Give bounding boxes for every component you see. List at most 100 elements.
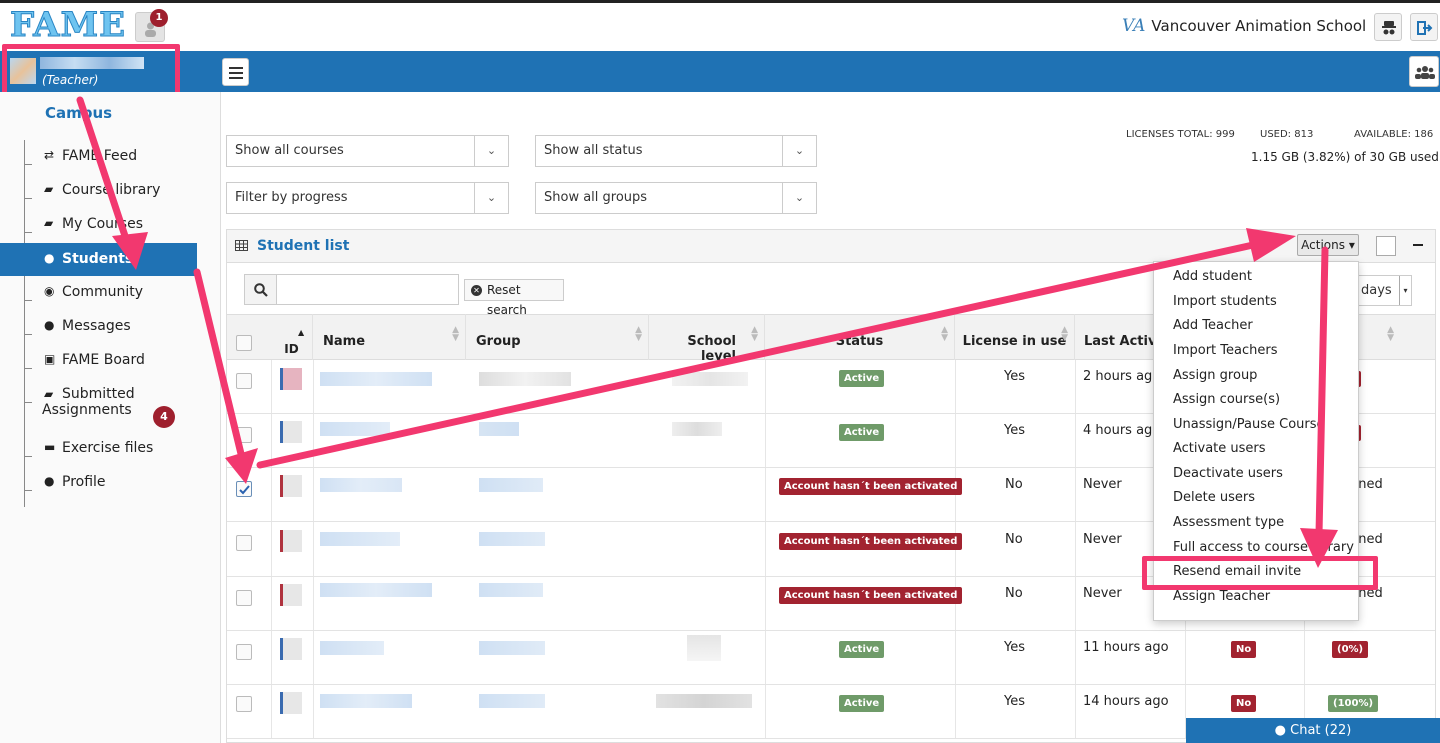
logout-icon xyxy=(1417,21,1433,35)
sort-icon: ▲ ▼ xyxy=(635,325,642,343)
column-header-status[interactable]: Status ▲ ▼ xyxy=(765,314,955,360)
menu-item-deactivate-users[interactable]: Deactivate users xyxy=(1173,466,1283,481)
column-header-id[interactable]: ▲ ID xyxy=(271,314,313,360)
student-name-blurred[interactable] xyxy=(320,694,412,708)
status-badge: Active xyxy=(839,370,885,387)
cell-separator xyxy=(955,631,956,684)
menu-item-assessment-type[interactable]: Assessment type xyxy=(1173,515,1284,530)
menu-item-full-access-course-library[interactable]: Full access to course library xyxy=(1173,540,1354,555)
group-blurred xyxy=(479,583,543,597)
status-filter-value: Show all status xyxy=(544,143,643,158)
last-activity-value: 14 hours ago xyxy=(1083,694,1169,709)
student-name-blurred[interactable] xyxy=(320,641,384,655)
top-border xyxy=(0,0,1440,3)
student-name-blurred[interactable] xyxy=(320,478,402,492)
header-license-label: License in use xyxy=(962,334,1067,349)
row-checkbox[interactable] xyxy=(236,696,252,712)
student-avatar xyxy=(280,584,302,606)
search-button[interactable] xyxy=(244,274,277,305)
column-header-name[interactable]: Name ▲ ▼ xyxy=(313,314,466,360)
retweet-icon: ⇄ xyxy=(44,148,55,162)
logout-button[interactable] xyxy=(1410,13,1438,41)
menu-item-add-teacher[interactable]: Add Teacher xyxy=(1173,318,1253,333)
cell-separator xyxy=(271,522,272,576)
last-activity-value: 11 hours ago xyxy=(1083,640,1169,655)
sidebar-item-students[interactable]: ● Students xyxy=(0,243,197,276)
sidebar-item-profile[interactable]: ● Profile xyxy=(24,474,221,508)
cell-separator xyxy=(271,360,272,413)
courses-filter-select[interactable]: Show all courses ⌄ xyxy=(226,135,509,167)
status-filter-select[interactable]: Show all status ⌄ xyxy=(535,135,817,167)
menu-item-add-student[interactable]: Add student xyxy=(1173,269,1252,284)
actions-dropdown-button[interactable]: Actions ▾ xyxy=(1297,234,1359,256)
cell-separator xyxy=(765,685,766,738)
fame-logo[interactable]: FAME xyxy=(9,5,126,46)
sidebar-item-label-line2: Assignments xyxy=(42,402,132,418)
row-checkbox[interactable] xyxy=(236,373,252,389)
sidebar-item-fame-feed[interactable]: ⇄ FAME Feed xyxy=(24,148,221,182)
tree-tick xyxy=(24,164,32,165)
sidebar-item-submitted-assignments[interactable]: ▰ Submitted Assignments xyxy=(24,386,221,430)
chat-button[interactable]: ● Chat (22) xyxy=(1186,718,1440,743)
groups-filter-select[interactable]: Show all groups ⌄ xyxy=(535,182,817,214)
student-name-blurred[interactable] xyxy=(320,583,432,597)
collapse-panel-button[interactable] xyxy=(1413,244,1423,246)
menu-item-unassign-pause-course[interactable]: Unassign/Pause Course xyxy=(1173,417,1325,432)
group-blurred xyxy=(479,532,545,546)
top-nav-bar xyxy=(221,51,1440,92)
sidebar-item-messages[interactable]: ● Messages xyxy=(24,318,221,352)
menu-item-import-teachers[interactable]: Import Teachers xyxy=(1173,343,1277,358)
row-checkbox[interactable] xyxy=(236,481,252,497)
menu-item-assign-teacher[interactable]: Assign Teacher xyxy=(1173,589,1270,604)
cell-separator xyxy=(765,360,766,413)
column-header-license[interactable]: License in use ▲ ▼ xyxy=(955,314,1075,360)
cell-separator xyxy=(765,468,766,521)
courses-filter-value: Show all courses xyxy=(235,143,344,158)
menu-item-delete-users[interactable]: Delete users xyxy=(1173,490,1255,505)
cell-separator xyxy=(271,468,272,521)
row-checkbox[interactable] xyxy=(236,535,252,551)
table-row[interactable]: Active Yes 11 hours ago No (0%) xyxy=(227,631,1435,685)
group-users-button[interactable] xyxy=(1409,56,1439,87)
student-name-blurred[interactable] xyxy=(320,422,390,436)
sidebar-item-course-library[interactable]: ▰ Course library xyxy=(24,182,221,216)
cell-separator xyxy=(313,360,314,413)
school-level-blurred xyxy=(656,694,752,708)
school-level-blurred xyxy=(672,372,748,386)
panel-select-checkbox[interactable] xyxy=(1376,236,1396,256)
menu-toggle-button[interactable] xyxy=(222,58,249,86)
column-header-school-level[interactable]: School level ▲ ▼ xyxy=(649,314,765,364)
row-checkbox[interactable] xyxy=(236,590,252,606)
sort-up-icon: ▲ xyxy=(298,328,305,337)
cell-separator xyxy=(1075,577,1076,630)
menu-item-assign-courses[interactable]: Assign course(s) xyxy=(1173,392,1280,407)
menu-item-import-students[interactable]: Import students xyxy=(1173,294,1277,309)
book-icon: ▰ xyxy=(44,182,54,196)
sidebar-section-campus[interactable]: Campus xyxy=(45,104,112,122)
incognito-icon xyxy=(1382,21,1396,35)
last-activity-value: 4 hours ago xyxy=(1083,423,1161,438)
spy-button[interactable] xyxy=(1374,13,1402,41)
select-all-checkbox[interactable] xyxy=(236,335,252,351)
sidebar-item-community[interactable]: ◉ Community xyxy=(24,284,221,318)
last-activity-value: Never xyxy=(1083,586,1122,601)
progress-filter-select[interactable]: Filter by progress ⌄ xyxy=(226,182,509,214)
search-input[interactable] xyxy=(276,274,459,305)
column-header-group[interactable]: Group ▲ ▼ xyxy=(466,314,649,360)
row-checkbox[interactable] xyxy=(236,427,252,443)
row-checkbox[interactable] xyxy=(236,644,252,660)
sidebar-item-fame-board[interactable]: ▣ FAME Board xyxy=(24,352,221,386)
student-name-blurred[interactable] xyxy=(320,372,432,386)
header-name-label: Name xyxy=(323,334,366,349)
column-header-progress[interactable]: ▲ ▼ xyxy=(1365,314,1400,360)
student-name-blurred[interactable] xyxy=(320,532,400,546)
status-badge: Account hasn´t been activated xyxy=(779,587,963,604)
reset-search-button[interactable]: ✕ Reset search xyxy=(464,279,564,317)
cell-separator xyxy=(271,577,272,630)
menu-item-assign-group[interactable]: Assign group xyxy=(1173,368,1257,383)
sidebar-item-exercise-files[interactable]: ▬ Exercise files xyxy=(24,440,221,474)
cell-separator xyxy=(1075,685,1076,738)
header-group-label: Group xyxy=(476,334,521,349)
menu-item-activate-users[interactable]: Activate users xyxy=(1173,441,1266,456)
last-activity-value: 2 hours ago xyxy=(1083,369,1161,384)
